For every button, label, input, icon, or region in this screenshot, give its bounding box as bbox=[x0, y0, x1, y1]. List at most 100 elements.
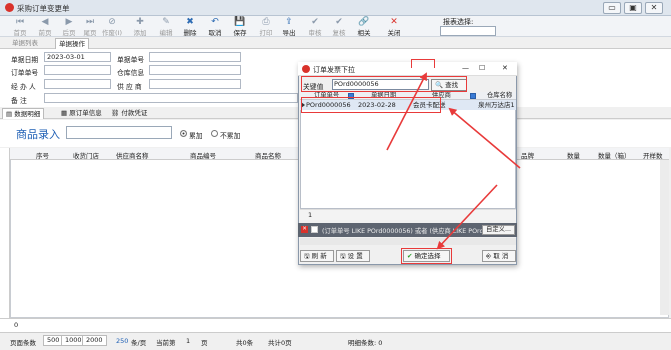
product-entry-label: 商品录入 bbox=[16, 128, 60, 141]
col-sample[interactable]: 开样数 bbox=[643, 150, 663, 160]
report-select-input[interactable] bbox=[440, 26, 496, 36]
date-label: 单据日期 bbox=[11, 56, 39, 64]
dialog-maximize-button[interactable]: ☐ bbox=[479, 64, 485, 72]
current-page-value[interactable]: 1 bbox=[186, 337, 190, 345]
tab-payment-voucher[interactable]: ⛓ 付款凭证 bbox=[108, 108, 150, 119]
toolbar-icon: ✖ bbox=[186, 17, 194, 27]
warehouse-field[interactable] bbox=[149, 65, 241, 75]
refresh-button[interactable]: 🖫 刷 新 bbox=[300, 250, 334, 262]
filter-expression[interactable]: (订单单号 LIKE POrd0000056) 或者 (供应商 LIKE POr… bbox=[322, 226, 488, 235]
operator-field[interactable] bbox=[44, 79, 111, 89]
remark-label: 备 注 bbox=[11, 97, 27, 105]
toolbar-icon: ↶ bbox=[211, 17, 219, 27]
settings-button[interactable]: 🖫 设 置 bbox=[336, 250, 370, 262]
toolbar-button-8[interactable]: ↶ 取消 bbox=[203, 17, 227, 37]
close-window-button[interactable]: ✕ bbox=[645, 2, 663, 14]
toolbar-button-label: 删除 bbox=[183, 29, 197, 37]
col-supplier-name[interactable]: 供应商名称 bbox=[116, 150, 149, 160]
grid-footer-count: 0 bbox=[14, 321, 19, 329]
product-entry-input[interactable] bbox=[66, 126, 172, 139]
tab-data-detail[interactable]: ▤ 数据明细 bbox=[2, 108, 45, 119]
toolbar-button-label: 取消 bbox=[208, 29, 222, 37]
toolbar-icon: ⎙ bbox=[262, 17, 270, 27]
order-list-count: 1 bbox=[308, 211, 313, 219]
toolbar-icon: ⏮ bbox=[15, 17, 25, 27]
toolbar-button-12[interactable]: ✔ 审核 bbox=[303, 17, 327, 37]
col-seq[interactable]: 序号 bbox=[36, 150, 49, 160]
col-product-name[interactable]: 商品名称 bbox=[255, 150, 281, 160]
page-unit: 页 bbox=[201, 339, 208, 347]
toolbar-button-11[interactable]: ⇪ 导出 bbox=[277, 17, 301, 37]
no-accumulate-label: 不累加 bbox=[220, 132, 241, 140]
col-quantity-box[interactable]: 数量（箱） bbox=[598, 150, 631, 160]
toolbar-button-13[interactable]: ✔ 复核 bbox=[327, 17, 351, 37]
toolbar-button-label: 相关 bbox=[357, 29, 371, 37]
toolbar-button-1[interactable]: ◀ 前页 bbox=[33, 17, 57, 37]
warehouse-label: 仓库信息 bbox=[117, 69, 145, 77]
maximize-button[interactable]: ▣ bbox=[624, 2, 642, 14]
clear-filter-icon[interactable]: ✕ bbox=[301, 226, 308, 233]
toolbar-button-4[interactable]: ⊘ 作废(I) bbox=[100, 17, 124, 37]
remark-field[interactable] bbox=[44, 93, 298, 103]
operator-label: 经 办 人 bbox=[11, 83, 36, 91]
tab-document-list[interactable]: 单据列表 bbox=[9, 38, 41, 49]
toolbar-button-10[interactable]: ⎙ 打印 bbox=[254, 17, 278, 37]
toolbar-button-5[interactable]: ✚ 添加 bbox=[128, 17, 152, 37]
dialog-cancel-button[interactable]: ⎆ 取 消 bbox=[482, 250, 516, 262]
toolbar-icon: 💾 bbox=[234, 17, 246, 27]
accumulate-radio[interactable] bbox=[180, 130, 187, 137]
detail-count: 明细条数: 0 bbox=[348, 339, 383, 347]
toolbar-button-9[interactable]: 💾 保存 bbox=[228, 17, 252, 37]
grid-icon: ▤ bbox=[6, 110, 15, 118]
supplier-label: 供 应 商 bbox=[117, 83, 142, 91]
customize-filter-button[interactable]: 自定义... bbox=[482, 225, 515, 235]
order-list-footer: 1 bbox=[300, 209, 516, 220]
date-field[interactable]: 2023-03-01 bbox=[44, 52, 111, 62]
gear-icon: 🖫 bbox=[340, 252, 346, 260]
dialog-horizontal-scrollbar[interactable] bbox=[300, 238, 516, 245]
col-store[interactable]: 收货门店 bbox=[73, 150, 99, 160]
col-quantity[interactable]: 数量 bbox=[567, 150, 580, 160]
toolbar-icon: ◀ bbox=[41, 17, 49, 27]
toolbar-icon: 🔗 bbox=[358, 17, 370, 27]
filter-checkbox-icon[interactable] bbox=[470, 93, 476, 99]
dialog-app-icon bbox=[302, 65, 310, 73]
annotation-box-confirm bbox=[401, 248, 452, 264]
toolbar-icon: ✔ bbox=[335, 17, 343, 27]
tab-document-edit[interactable]: 单据操作 bbox=[55, 38, 89, 49]
col-warehouse-name[interactable]: 仓库名称 bbox=[487, 92, 512, 100]
annotation-box-keyword bbox=[301, 76, 467, 92]
no-accumulate-radio[interactable] bbox=[211, 130, 218, 137]
toolbar-icon: ⇪ bbox=[285, 17, 293, 27]
toolbar-icon: ✚ bbox=[136, 17, 144, 27]
toolbar-button-6[interactable]: ✎ 编辑 bbox=[154, 17, 178, 37]
toolbar-button-label: 作废(I) bbox=[102, 29, 122, 37]
filter-enable-checkbox[interactable] bbox=[311, 226, 318, 233]
toolbar-button-15[interactable]: ✕ 关闭 bbox=[382, 17, 406, 37]
toolbar-button-label: 首页 bbox=[13, 29, 27, 37]
toolbar-button-0[interactable]: ⏮ 首页 bbox=[8, 17, 32, 37]
toolbar-icon: ⊘ bbox=[108, 17, 116, 27]
grid-vertical-scrollbar[interactable] bbox=[660, 160, 669, 315]
tab-original-order[interactable]: ▦ 原订单信息 bbox=[58, 108, 105, 119]
supplier-field[interactable] bbox=[149, 79, 241, 89]
toolbar-button-label: 编辑 bbox=[159, 29, 173, 37]
doc-no-field[interactable] bbox=[149, 52, 241, 62]
annotation-box-row bbox=[301, 97, 441, 113]
col-product-code[interactable]: 商品编号 bbox=[190, 150, 216, 160]
minimize-button[interactable]: ▭ bbox=[603, 2, 621, 14]
col-brand[interactable]: 品牌 bbox=[521, 150, 534, 160]
link-icon: ⛓ bbox=[111, 109, 122, 117]
order-no-field[interactable] bbox=[44, 65, 111, 75]
cancel-icon: ⎆ bbox=[486, 252, 492, 260]
toolbar-button-7[interactable]: ✖ 删除 bbox=[178, 17, 202, 37]
toolbar-button-14[interactable]: 🔗 相关 bbox=[352, 17, 376, 37]
dialog-close-button[interactable]: ✕ bbox=[502, 64, 508, 72]
toolbar-icon: ✔ bbox=[311, 17, 319, 27]
dialog-minimize-button[interactable]: — bbox=[462, 64, 469, 72]
dialog-title: 订单发票下拉 bbox=[313, 66, 355, 74]
toolbar-button-3[interactable]: ⏭ 尾页 bbox=[78, 17, 102, 37]
app-logo-icon bbox=[5, 3, 14, 12]
page-size-2000[interactable]: 2000 bbox=[82, 335, 107, 346]
toolbar-button-label: 导出 bbox=[282, 29, 296, 37]
